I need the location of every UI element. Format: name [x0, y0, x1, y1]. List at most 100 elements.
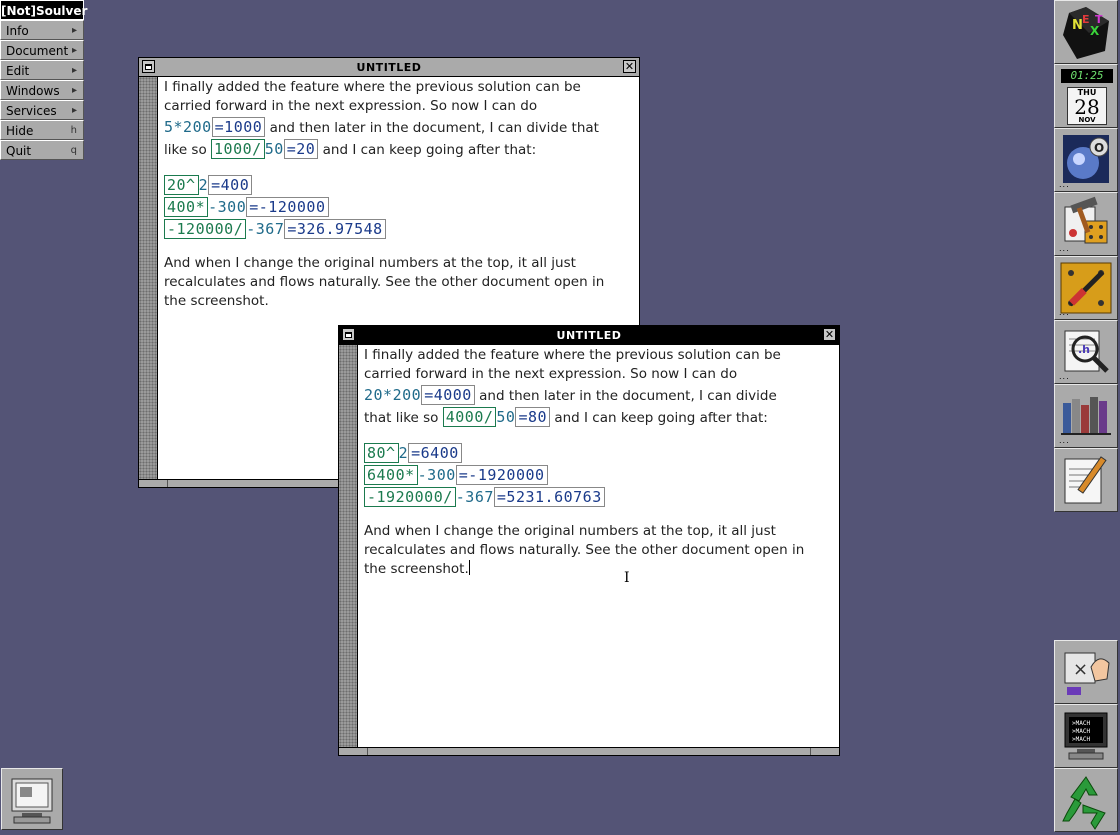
menu-item-shortcut: h — [70, 125, 77, 136]
close-icon: ✕ — [624, 60, 635, 73]
svg-text:>MACH: >MACH — [1072, 720, 1090, 727]
result-token[interactable]: =326.97548 — [284, 219, 386, 239]
dock-app-terminal[interactable]: >MACH >MACH >MACH — [1054, 704, 1118, 768]
calendar-icon: THU 28 NOV — [1067, 87, 1107, 125]
carried-value-token[interactable]: 80^ — [364, 443, 399, 463]
app-not-running-indicator: ... — [1059, 244, 1070, 253]
menu-item-edit[interactable]: Edit ▸ — [0, 60, 84, 80]
text-span: and then later in the document, I can di… — [474, 388, 777, 404]
carried-value-token[interactable]: -1920000/ — [364, 487, 456, 507]
expression: -367 — [246, 220, 285, 238]
carried-value-token[interactable]: 6400* — [364, 465, 418, 485]
calc-line: 400* -300 =-120000 — [164, 196, 633, 218]
svg-text:E: E — [1082, 13, 1090, 26]
window-title: UNTITLED — [556, 328, 622, 342]
workspace-icon: × — [1064, 652, 1110, 695]
miniaturize-icon — [145, 63, 152, 70]
menu-item-info[interactable]: Info ▸ — [0, 20, 84, 40]
text-line: recalculates and flows naturally. See th… — [164, 274, 605, 290]
menu-item-shortcut: q — [70, 145, 77, 156]
text-line: I finally added the feature where the pr… — [164, 79, 581, 95]
close-button[interactable]: ✕ — [623, 60, 636, 73]
menu-item-label: Hide — [6, 124, 34, 138]
window-titlebar[interactable]: UNTITLED ✕ — [139, 58, 639, 77]
expression: -300 — [208, 198, 247, 216]
close-button[interactable]: ✕ — [823, 328, 836, 341]
menu-item-services[interactable]: Services ▸ — [0, 100, 84, 120]
text-line: And when I change the original numbers a… — [164, 255, 576, 271]
svg-text:>MACH: >MACH — [1072, 736, 1090, 743]
dock-recycler[interactable] — [1054, 768, 1118, 832]
close-icon: ✕ — [824, 328, 835, 341]
carried-value-token[interactable]: 1000/ — [211, 139, 265, 159]
menu-item-label: Windows — [6, 84, 60, 98]
result-token[interactable]: =-120000 — [246, 197, 329, 217]
expression: 5*200 — [164, 118, 212, 136]
vertical-scrollbar[interactable] — [139, 77, 158, 479]
text-line-with-caret: the screenshot. — [364, 560, 833, 579]
app-not-running-indicator: ... — [1059, 180, 1070, 189]
dock-next-logo[interactable]: N E X T — [1054, 0, 1118, 64]
result-token[interactable]: =6400 — [408, 443, 462, 463]
menu-item-hide[interactable]: Hide h — [0, 120, 84, 140]
menu-item-windows[interactable]: Windows ▸ — [0, 80, 84, 100]
dock-app-edit[interactable] — [1054, 448, 1118, 512]
result-token[interactable]: =5231.60763 — [493, 487, 605, 507]
carried-value-token[interactable]: 20^ — [164, 175, 199, 195]
svg-text:X: X — [1090, 24, 1100, 38]
menu-item-document[interactable]: Document ▸ — [0, 40, 84, 60]
text-line: And when I change the original numbers a… — [364, 523, 776, 539]
carried-value-token[interactable]: 4000/ — [442, 407, 497, 427]
miniaturize-button[interactable] — [342, 328, 355, 341]
dock-app-omniweb[interactable]: O ... — [1054, 128, 1118, 192]
text-line: carried forward in the next expression. … — [364, 366, 738, 382]
dock-workspace-manager[interactable]: × — [1054, 640, 1118, 704]
text-span: and I can keep going after that: — [550, 410, 768, 426]
text-line: the screenshot. — [164, 293, 269, 309]
svg-text:.h: .h — [1078, 343, 1090, 356]
carried-value-token[interactable]: -120000/ — [164, 219, 247, 239]
dock-app-header-viewer[interactable]: .h ... — [1054, 320, 1118, 384]
miniwindow-tile[interactable] — [1, 768, 63, 830]
text-span: like so — [164, 142, 212, 158]
dock-app-preferences[interactable]: ... — [1054, 256, 1118, 320]
vertical-scrollbar[interactable] — [339, 345, 358, 747]
result-token[interactable]: =4000 — [421, 385, 475, 405]
resize-bar[interactable] — [339, 747, 839, 755]
carried-value-token[interactable]: 400* — [164, 197, 209, 217]
result-token[interactable]: =400 — [208, 175, 253, 195]
document-text-area[interactable]: I finally added the feature where the pr… — [364, 345, 833, 747]
ibeam-cursor-icon: I — [624, 570, 630, 586]
clock-time: 01:25 — [1061, 69, 1113, 83]
calc-line: 20*200 =4000 and then later in the docume… — [364, 384, 833, 406]
submenu-arrow-icon: ▸ — [71, 25, 77, 36]
result-token[interactable]: =1000 — [211, 117, 266, 137]
document-window-front: UNTITLED ✕ I finally added the feature w… — [338, 325, 840, 756]
result-token[interactable]: =20 — [283, 139, 319, 159]
calc-line: -120000/-367 =326.97548 — [164, 218, 633, 240]
result-token[interactable]: =80 — [515, 407, 551, 427]
miniaturize-button[interactable] — [142, 60, 155, 73]
result-token[interactable]: =-1920000 — [455, 465, 548, 485]
expression: 50 — [496, 408, 516, 426]
application-icon — [11, 778, 53, 824]
menu-item-label: Quit — [6, 144, 32, 158]
submenu-arrow-icon: ▸ — [71, 85, 77, 96]
text-caret — [468, 560, 470, 575]
dock-app-librarian[interactable]: ... — [1054, 384, 1118, 448]
app-not-running-indicator: ... — [1059, 372, 1070, 381]
edit-icon — [1064, 456, 1107, 504]
menu-item-quit[interactable]: Quit q — [0, 140, 84, 160]
window-titlebar[interactable]: UNTITLED ✕ — [339, 326, 839, 345]
text-span: the screenshot. — [364, 561, 469, 577]
dock-app-interface-builder[interactable]: ... — [1054, 192, 1118, 256]
calc-line: 20^ 2 =400 — [164, 174, 633, 196]
svg-text:>MACH: >MACH — [1072, 728, 1090, 735]
dock-clock[interactable]: 01:25 THU 28 NOV — [1054, 64, 1118, 128]
expression: -367 — [455, 488, 494, 506]
expression: 2 — [398, 444, 409, 462]
menu-item-label: Info — [6, 24, 29, 38]
calendar-day: 28 — [1074, 95, 1100, 119]
